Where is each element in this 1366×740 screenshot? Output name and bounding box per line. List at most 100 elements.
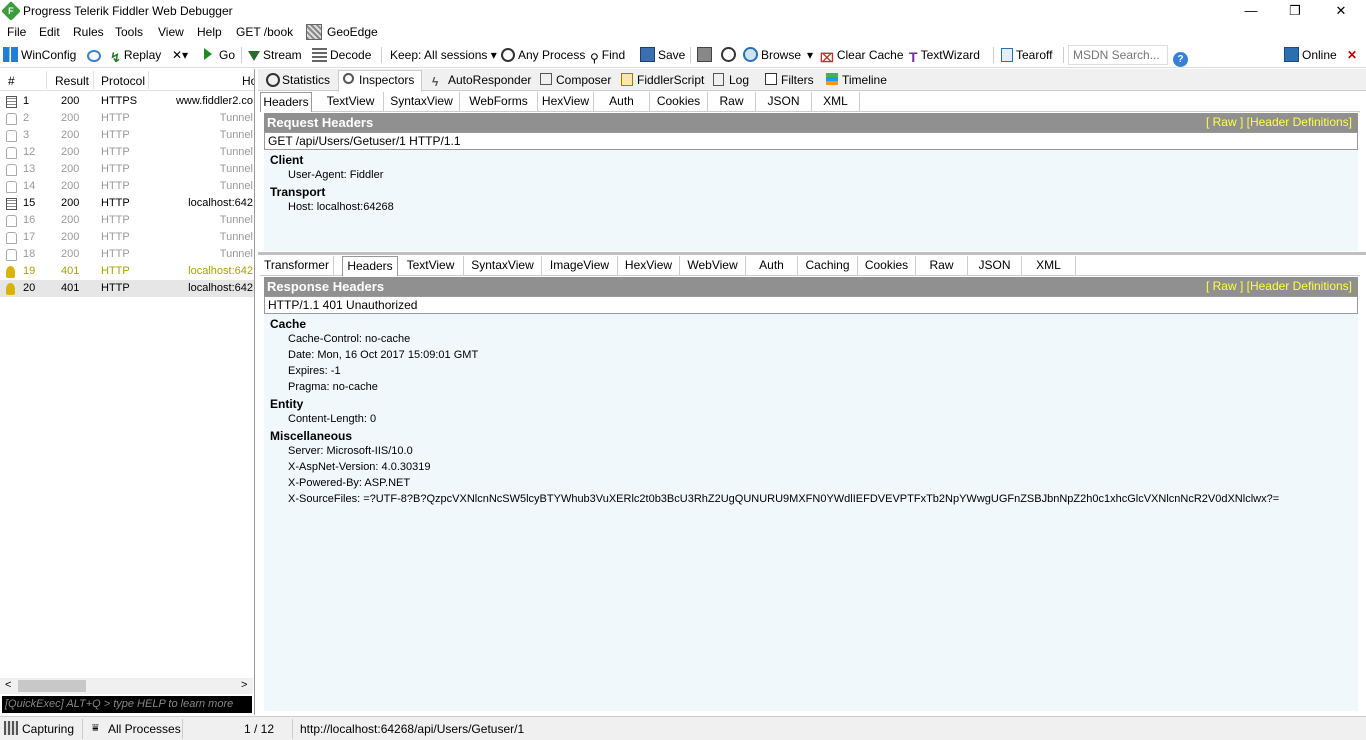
req-tab-webforms[interactable]: WebForms [460,92,538,112]
session-row[interactable]: 19 401 HTTP localhost:642 [0,263,254,280]
keep-sessions-dropdown[interactable]: Keep: All sessions ▾ [390,47,497,65]
header-group-miscellaneous[interactable]: Miscellaneous [270,429,352,443]
scrollbar-thumb[interactable] [18,680,86,692]
menu-edit[interactable]: Edit [39,25,60,39]
comment-button[interactable] [87,47,104,65]
req-tab-cookies[interactable]: Cookies [650,92,708,112]
tab-log[interactable]: Log [709,71,753,91]
menu-geoedge[interactable]: GeoEdge [327,25,378,39]
session-row[interactable]: 16 200 HTTP Tunnel [0,212,254,229]
header-group-entity[interactable]: Entity [270,397,303,411]
resp-tab-xml[interactable]: XML [1022,256,1076,276]
session-row[interactable]: 20 401 HTTP localhost:642 [0,280,254,297]
column-header-num[interactable]: # [8,74,15,88]
header-entry[interactable]: Content-Length: 0 [288,413,376,425]
capturing-status[interactable]: Capturing [22,722,74,736]
close-toolbar-icon[interactable]: ✕ [1347,47,1357,65]
tab-composer[interactable]: Composer [536,71,611,91]
menu-rules[interactable]: Rules [73,25,104,39]
scroll-left-arrow-icon[interactable]: < [5,679,11,691]
remove-button[interactable]: ✕▾ [172,47,188,65]
resp-tab-transformer[interactable]: Transformer [260,256,334,276]
menu-view[interactable]: View [158,25,184,39]
minimize-button[interactable]: — [1228,0,1274,22]
quickexec-input[interactable]: [QuickExec] ALT+Q > type HELP to learn m… [2,696,252,713]
req-tab-headers[interactable]: Headers [260,92,312,112]
session-row[interactable]: 17 200 HTTP Tunnel [0,229,254,246]
header-group-transport[interactable]: Transport [270,185,325,199]
header-entry[interactable]: Host: localhost:64268 [288,201,394,213]
process-filter[interactable]: All Processes [108,722,181,736]
resp-tab-raw[interactable]: Raw [916,256,968,276]
tab-statistics[interactable]: Statistics [262,71,338,91]
column-header-host[interactable]: Ho [242,74,254,88]
session-row[interactable]: 1 200 HTTPS www.fiddler2.co [0,93,254,110]
find-button[interactable]: ⚲ Find [590,47,625,65]
pane-splitter[interactable] [258,252,1366,255]
replay-button[interactable]: ↯ Replay [110,47,161,65]
header-entry[interactable]: Cache-Control: no-cache [288,333,410,345]
tab-autoresponder[interactable]: ϟ AutoResponder [428,71,531,91]
stream-button[interactable]: Stream [248,47,302,65]
tab-filters[interactable]: Filters [761,71,817,91]
req-tab-textview[interactable]: TextView [318,92,384,112]
msdn-search-input[interactable] [1068,45,1168,65]
header-entry[interactable]: Server: Microsoft-IIS/10.0 [288,445,413,457]
tab-fiddlerscript[interactable]: FiddlerScript [617,71,704,91]
req-tab-syntaxview[interactable]: SyntaxView [384,92,460,112]
resp-tab-textview[interactable]: TextView [398,256,464,276]
resp-tab-auth[interactable]: Auth [746,256,798,276]
session-row[interactable]: 3 200 HTTP Tunnel [0,127,254,144]
horizontal-scrollbar[interactable]: < > [0,678,253,694]
resp-tab-caching[interactable]: Caching [798,256,858,276]
session-row[interactable]: 13 200 HTTP Tunnel [0,161,254,178]
menu-help[interactable]: Help [197,25,222,39]
header-entry[interactable]: Expires: -1 [288,365,341,377]
req-tab-hexview[interactable]: HexView [538,92,594,112]
checkbox-icon[interactable] [765,73,777,85]
header-entry[interactable]: X-Powered-By: ASP.NET [288,477,410,489]
resp-tab-headers[interactable]: Headers [342,256,398,276]
any-process-button[interactable]: Any Process [501,47,585,65]
maximize-button[interactable]: ❐ [1272,0,1318,22]
header-group-client[interactable]: Client [270,153,303,167]
go-button[interactable]: Go [204,47,235,65]
response-header-links[interactable]: [ Raw ] [Header Definitions] [1206,279,1352,293]
menu-get-book[interactable]: GET /book [236,25,293,39]
winconfig-button[interactable]: WinConfig [3,47,76,65]
header-entry[interactable]: X-AspNet-Version: 4.0.30319 [288,461,430,473]
tab-timeline[interactable]: Timeline [822,71,892,91]
resp-tab-imageview[interactable]: ImageView [542,256,618,276]
menu-file[interactable]: File [7,25,26,39]
clear-cache-button[interactable]: ⌧ Clear Cache [820,47,904,65]
help-button[interactable]: ? [1173,47,1191,67]
header-group-cache[interactable]: Cache [270,317,306,331]
resp-tab-syntaxview[interactable]: SyntaxView [464,256,542,276]
session-row[interactable]: 18 200 HTTP Tunnel [0,246,254,263]
close-button[interactable]: ✕ [1318,0,1364,22]
online-indicator[interactable]: Online [1284,47,1337,65]
header-entry[interactable]: Date: Mon, 16 Oct 2017 15:09:01 GMT [288,349,478,361]
req-tab-raw[interactable]: Raw [708,92,756,112]
browse-dropdown-arrow[interactable]: ▾ [807,47,813,65]
menu-tools[interactable]: Tools [115,25,143,39]
resp-tab-hexview[interactable]: HexView [618,256,680,276]
header-entry[interactable]: User-Agent: Fiddler [288,169,383,181]
browse-button[interactable]: Browse [743,47,801,65]
session-row[interactable]: 12 200 HTTP Tunnel [0,144,254,161]
session-row[interactable]: 14 200 HTTP Tunnel [0,178,254,195]
screenshot-button[interactable] [697,47,715,65]
column-header-protocol[interactable]: Protocol [101,74,145,88]
scroll-right-arrow-icon[interactable]: > [241,679,247,691]
request-header-links[interactable]: [ Raw ] [Header Definitions] [1206,115,1352,129]
decode-button[interactable]: Decode [312,47,371,65]
header-entry[interactable]: Pragma: no-cache [288,381,378,393]
timer-button[interactable] [721,47,739,65]
save-button[interactable]: Save [640,47,685,65]
session-row[interactable]: 15 200 HTTP localhost:642 [0,195,254,212]
session-row[interactable]: 2 200 HTTP Tunnel [0,110,254,127]
resp-tab-json[interactable]: JSON [968,256,1022,276]
req-tab-auth[interactable]: Auth [594,92,650,112]
tearoff-button[interactable]: Tearoff [1001,47,1052,65]
resp-tab-webview[interactable]: WebView [680,256,746,276]
